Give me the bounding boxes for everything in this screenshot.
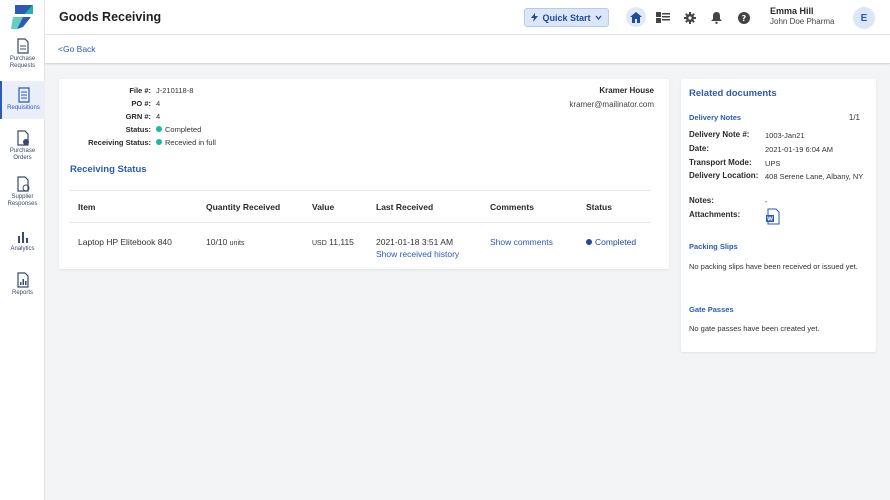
supplier-name: Kramer House [599,86,654,95]
word-document-icon[interactable]: W [765,208,781,225]
help-button[interactable]: ? [735,9,752,26]
date-label: Date: [689,144,710,153]
goods-receiving-card: File #: J-210118-8 PO #: 4 GRN #: 4 Stat… [59,79,669,269]
status-label: Status: [125,125,151,134]
avatar[interactable]: E [853,7,875,29]
response-document-icon [16,176,29,192]
sidebar: Purchase Requests Requisitions Purchase … [0,0,45,500]
delivery-note-label: Delivery Note #: [689,130,750,139]
page-title: Goods Receiving [59,10,162,24]
receiving-status-title: Receiving Status [70,164,147,175]
settings-button[interactable] [681,9,698,26]
notifications-button[interactable] [708,9,725,26]
file-number-value: J-210118-8 [156,86,194,95]
supplier-email: kramer@mailinator.com [569,100,654,109]
lightning-icon [531,13,539,22]
delivery-note-value: 1003-Jan21 [765,131,805,140]
sidebar-item-label: Purchase [9,148,36,154]
bar-chart-icon [17,232,28,243]
gate-passes-title: Gate Passes [689,305,734,314]
bell-icon [711,11,722,24]
show-comments-link[interactable]: Show comments [490,237,553,247]
gear-icon [683,11,696,24]
sidebar-item-label: Requisitions [7,105,40,111]
status-value: Completed [156,125,201,134]
svg-text:?: ? [741,14,746,23]
status-dot-icon [156,126,162,132]
sub-header: <Go Back [45,35,890,64]
delivery-location-label: Delivery Location: [689,171,759,180]
transport-mode-label: Transport Mode: [689,158,752,167]
grn-number-value: 4 [156,112,161,121]
delivery-notes-pager[interactable]: 1/1 [849,113,860,122]
sidebar-item-label: Responses [7,201,38,207]
column-header-value: Value [312,202,335,212]
help-icon: ? [737,11,750,24]
transport-mode-value: UPS [765,159,781,168]
row-value: USD 11,115 [312,237,354,247]
row-status-dot-icon [586,239,592,245]
sidebar-item-label: Reports [11,290,33,296]
attachments-label: Attachments: [689,210,741,219]
row-last-received: 2021-01-18 3:51 AM [376,237,454,247]
sidebar-item-label: Purchase [9,56,36,62]
quick-start-button[interactable]: Quick Start [524,8,609,27]
column-header-comments: Comments [490,202,534,212]
notes-label: Notes: [689,196,714,205]
delivery-location-value: 408 Serene Lane, Albany, NY [765,172,864,181]
sidebar-item-purchase-orders[interactable]: Purchase Orders [0,130,45,168]
go-back-link[interactable]: <Go Back [58,44,96,54]
table-divider [70,222,650,223]
show-received-history-link[interactable]: Show received history [376,249,459,259]
po-number-label: PO #: [131,99,151,108]
document-icon [16,38,29,54]
delivery-notes-title: Delivery Notes [689,113,742,122]
user-org: John Doe Pharma [770,17,835,26]
column-header-item: Item [78,202,96,212]
home-button[interactable] [626,7,646,27]
report-icon [16,272,29,288]
related-documents-title: Related documents [689,88,777,99]
packing-slips-text: No packing slips have been received or i… [689,262,858,271]
date-value: 2021-01-19 6:04 AM [765,145,833,154]
po-number-value: 4 [156,99,161,108]
row-item: Laptop HP Elitebook 840 [78,237,172,247]
packing-slips-title: Packing Slips [689,242,738,251]
receiving-status-label: Receiving Status: [88,138,151,147]
order-document-icon [16,130,29,146]
sidebar-item-label: Orders [13,155,32,161]
row-quantity: 10/10 units [206,237,245,247]
list-document-icon [17,87,30,103]
list-view-icon [655,12,670,23]
sidebar-item-label: Supplier [11,194,34,200]
chevron-down-icon [595,15,601,20]
user-name: Emma Hill [770,6,814,16]
grn-number-label: GRN #: [125,112,151,121]
table-divider [70,190,650,191]
top-header: Goods Receiving Quick Start ? Emma Hill … [45,0,890,35]
gate-passes-text: No gate passes have been created yet. [689,324,820,333]
list-view-button[interactable] [654,9,671,26]
svg-text:W: W [767,217,773,223]
home-icon [630,11,642,23]
sidebar-item-reports[interactable]: Reports [0,272,45,298]
sidebar-item-supplier-responses[interactable]: Supplier Responses [0,176,45,214]
receiving-status-value: Recevied in full [156,138,216,147]
quick-start-label: Quick Start [542,12,591,23]
file-number-label: File #: [129,86,151,95]
sidebar-item-label: Requests [9,63,36,69]
receiving-status-dot-icon [156,139,162,145]
sidebar-item-label: Analytics [10,246,35,252]
sidebar-item-purchase-requests[interactable]: Purchase Requests [0,38,45,76]
sidebar-item-requisitions[interactable]: Requisitions [0,81,45,119]
sidebar-item-analytics[interactable]: Analytics [0,230,45,256]
row-status: Completed [586,237,636,247]
related-documents-card: Related documents Delivery Notes 1/1 Del… [681,79,876,352]
notes-value: - [765,197,768,206]
column-header-status: Status [586,202,612,212]
app-logo-icon[interactable] [11,5,34,29]
column-header-quantity: Quantity Received [206,202,281,212]
column-header-last-received: Last Received [376,202,434,212]
